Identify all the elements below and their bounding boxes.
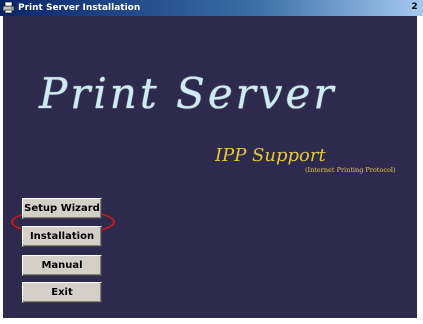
title-bar[interactable]: Print Server Installation 2 (0, 0, 423, 16)
product-title: Print Server (39, 69, 337, 118)
manual-button[interactable]: Manual (22, 255, 102, 276)
setup-wizard-button[interactable]: Setup Wizard (22, 198, 102, 219)
installer-canvas: Print Server IPP Support (Internet Print… (3, 16, 417, 318)
printer-setup-icon (2, 1, 15, 14)
product-subtitle-detail: (Internet Printing Protocol) (305, 166, 396, 174)
product-subtitle: IPP Support (215, 145, 326, 166)
window-title: Print Server Installation (18, 3, 141, 13)
installation-button[interactable]: Installation (22, 226, 102, 247)
installer-window: Print Server Installation 2 Print Server… (0, 0, 423, 324)
title-close-glyph[interactable]: 2 (408, 1, 421, 14)
exit-button[interactable]: Exit (22, 282, 102, 303)
